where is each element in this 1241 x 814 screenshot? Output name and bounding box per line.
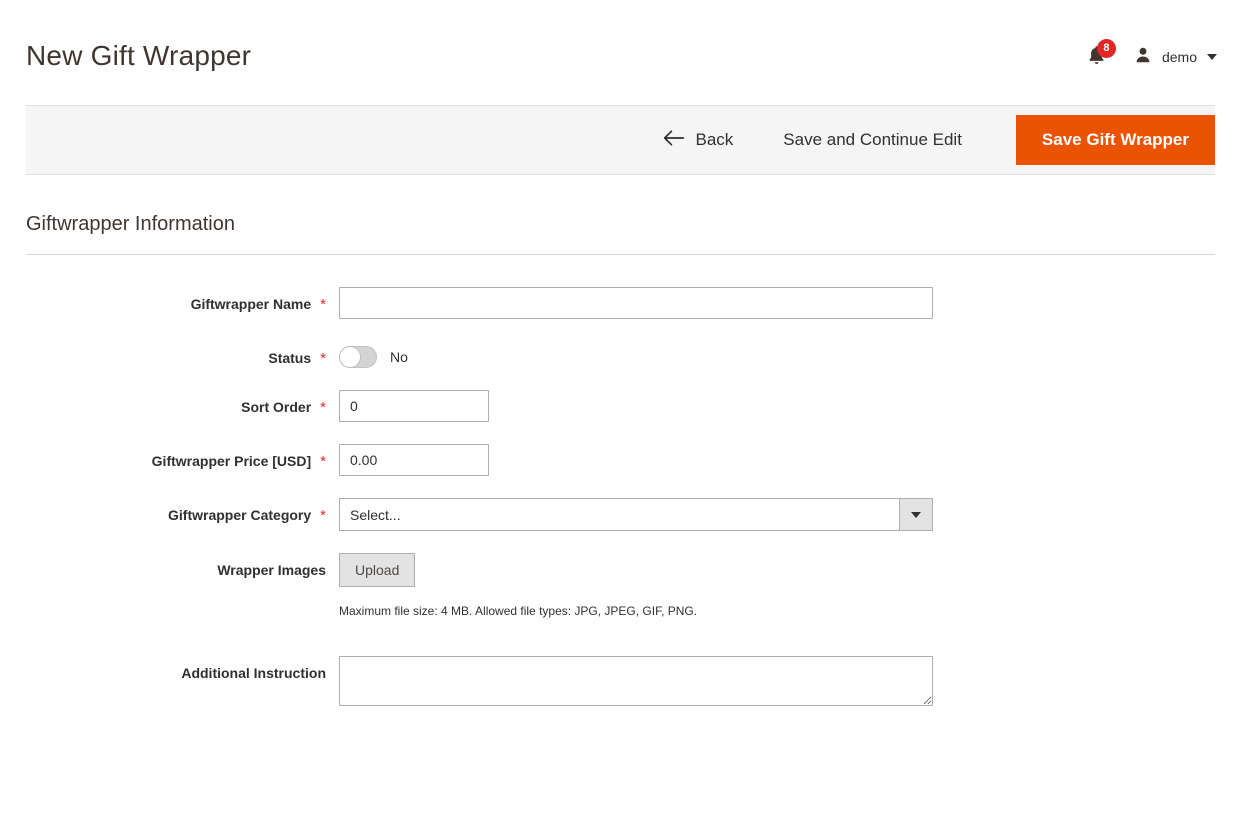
field-sort-order: Sort Order * [26, 390, 1215, 422]
label-text: Giftwrapper Category [168, 507, 312, 523]
section-title: Giftwrapper Information [26, 213, 235, 235]
chevron-down-icon [1207, 54, 1217, 60]
label-text: Additional Instruction [181, 665, 326, 681]
giftwrapper-category-selected-value: Select... [350, 506, 401, 523]
label-text: Status [268, 350, 312, 366]
giftwrapper-category-select[interactable]: Select... [339, 498, 933, 531]
field-giftwrapper-category: Giftwrapper Category * Select... [26, 498, 1215, 531]
notifications-button[interactable]: 8 [1075, 39, 1119, 74]
chevron-down-glyph [911, 511, 921, 518]
field-label-additional-instruction: Additional Instruction [26, 656, 326, 681]
page-root: New Gift Wrapper 8 demo Back Save and Co… [0, 0, 1241, 814]
label-text: Sort Order [241, 399, 312, 415]
field-giftwrapper-price: Giftwrapper Price [USD] * [26, 444, 1215, 476]
back-button[interactable]: Back [653, 122, 756, 159]
additional-instruction-textarea[interactable] [339, 656, 933, 706]
upload-button[interactable]: Upload [339, 553, 416, 587]
page-title: New Gift Wrapper [26, 40, 252, 71]
status-toggle-label: No [390, 349, 408, 365]
field-control-additional-instruction [326, 656, 1215, 706]
field-label-giftwrapper-name: Giftwrapper Name * [26, 287, 326, 313]
label-text: Giftwrapper Price [USD] [151, 453, 312, 469]
section-divider [26, 254, 1215, 255]
giftwrapper-price-input[interactable] [339, 444, 489, 476]
field-control-wrapper-images: Upload Maximum file size: 4 MB. Allowed … [326, 553, 1215, 618]
field-wrapper-images: Wrapper Images Upload Maximum file size:… [26, 553, 1215, 618]
field-control-status: No [326, 341, 1215, 368]
field-additional-instruction: Additional Instruction [26, 656, 1215, 706]
field-label-sort-order: Sort Order * [26, 390, 326, 416]
user-menu-label: demo [1161, 49, 1197, 65]
chevron-down-icon[interactable] [899, 499, 932, 530]
field-label-wrapper-images: Wrapper Images [26, 553, 326, 578]
back-button-label: Back [695, 130, 734, 149]
label-text: Wrapper Images [217, 562, 326, 578]
arrow-left-icon [663, 129, 685, 151]
field-control-giftwrapper-category: Select... [326, 498, 1215, 531]
field-control-giftwrapper-price [326, 444, 1215, 476]
field-control-giftwrapper-name [326, 287, 1215, 319]
user-avatar-icon [1133, 45, 1153, 70]
wrapper-images-note: Maximum file size: 4 MB. Allowed file ty… [339, 604, 698, 618]
save-gift-wrapper-button[interactable]: Save Gift Wrapper [1015, 115, 1215, 165]
page-header: New Gift Wrapper 8 demo [0, 0, 1241, 105]
label-text: Giftwrapper Name [190, 296, 312, 312]
header-actions: 8 demo [1075, 39, 1227, 74]
giftwrapper-name-input[interactable] [339, 287, 933, 319]
field-label-status: Status * [26, 341, 326, 367]
sort-order-input[interactable] [339, 390, 489, 422]
field-label-giftwrapper-category: Giftwrapper Category * [26, 498, 326, 524]
field-giftwrapper-name: Giftwrapper Name * [26, 287, 1215, 319]
status-toggle-knob [339, 346, 361, 368]
status-toggle[interactable] [339, 346, 377, 368]
save-and-continue-edit-button[interactable]: Save and Continue Edit [755, 122, 990, 158]
giftwrapper-information-section: Giftwrapper Information Giftwrapper Name… [26, 175, 1215, 706]
page-actions-toolbar: Back Save and Continue Edit Save Gift Wr… [26, 105, 1215, 175]
field-control-sort-order [326, 390, 1215, 422]
field-label-giftwrapper-price: Giftwrapper Price [USD] * [26, 444, 326, 470]
status-toggle-row: No [339, 341, 1215, 368]
user-menu[interactable]: demo [1119, 41, 1227, 74]
field-status: Status * No [26, 341, 1215, 368]
notification-count-badge: 8 [1096, 39, 1116, 58]
